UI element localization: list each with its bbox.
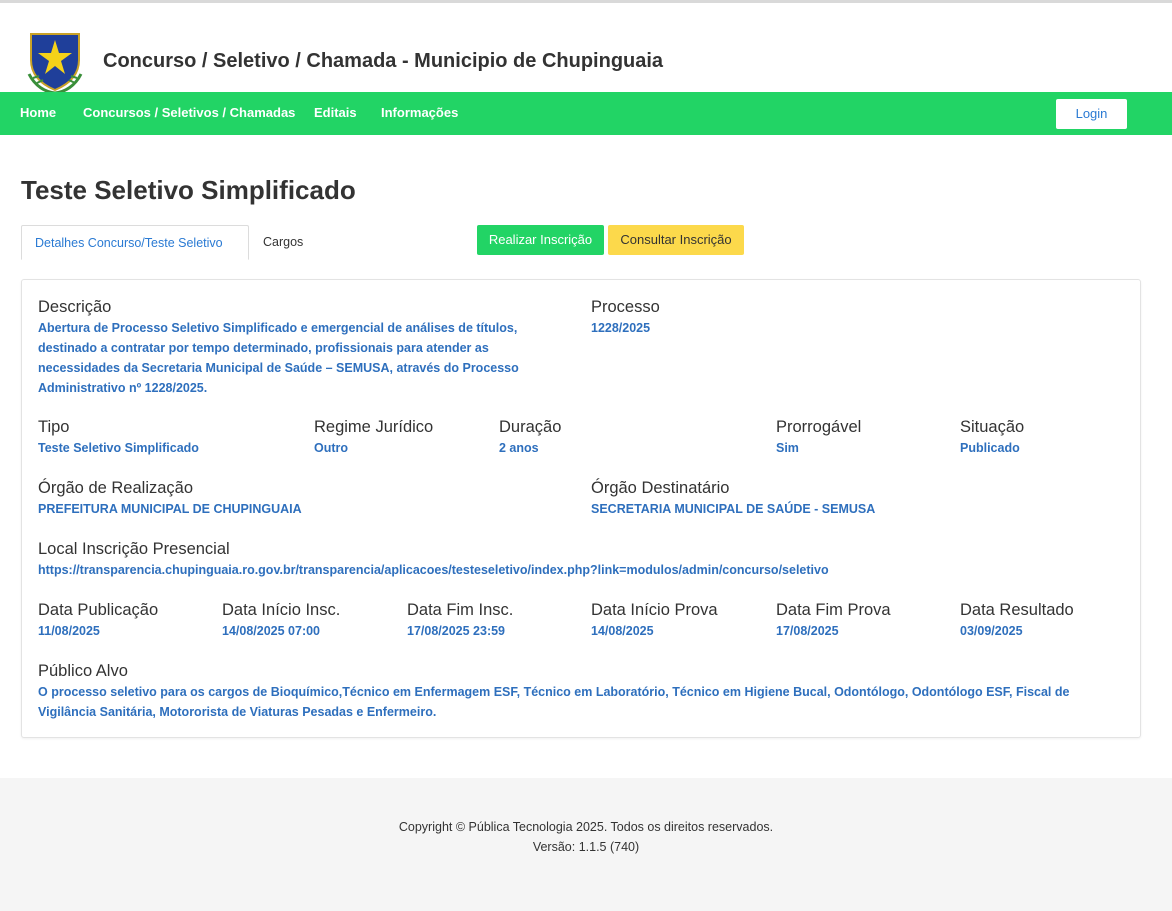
field-data-resultado: Data Resultado 03/09/2025	[960, 600, 1074, 641]
page-title: Teste Seletivo Simplificado	[21, 175, 356, 205]
data-inicio-prova-label: Data Início Prova	[591, 601, 718, 619]
site-title: Concurso / Seletivo / Chamada - Municipi…	[103, 50, 664, 72]
data-fim-prova-value: 17/08/2025	[776, 624, 839, 638]
login-button[interactable]: Login	[1056, 99, 1127, 129]
descricao-label: Descrição	[38, 298, 112, 316]
orgao-realizacao-value: PREFEITURA MUNICIPAL DE CHUPINGUAIA	[38, 502, 302, 516]
nav-home[interactable]: Home	[20, 105, 56, 120]
field-descricao: Descrição Abertura de Processo Seletivo …	[38, 297, 563, 398]
orgao-destinatario-label: Órgão Destinatário	[591, 479, 730, 497]
data-inicio-insc-value: 14/08/2025 07:00	[222, 624, 321, 638]
data-fim-insc-label: Data Fim Insc.	[407, 601, 514, 619]
data-inicio-insc-label: Data Início Insc.	[222, 601, 341, 619]
data-publicacao-value: 11/08/2025	[38, 624, 100, 638]
footer-version: Versão: 1.1.5 (740)	[532, 840, 640, 854]
field-situacao: Situação Publicado	[960, 417, 1024, 458]
field-data-fim-insc: Data Fim Insc. 17/08/2025 23:59	[407, 600, 513, 641]
data-resultado-value: 03/09/2025	[960, 624, 1023, 638]
publico-alvo-value: O processo seletivo para os cargos de Bi…	[38, 685, 1070, 719]
field-data-publicacao: Data Publicação 11/08/2025	[38, 600, 158, 641]
realizar-inscricao-button[interactable]: Realizar Inscrição	[477, 225, 604, 255]
processo-label: Processo	[591, 298, 660, 316]
data-resultado-label: Data Resultado	[960, 601, 1074, 619]
data-inicio-prova-value: 14/08/2025	[591, 624, 654, 638]
municipal-crest-icon	[27, 33, 83, 94]
field-orgao-realizacao: Órgão de Realização PREFEITURA MUNICIPAL…	[38, 478, 302, 519]
footer-copyright: Copyright © Pública Tecnologia 2025. Tod…	[398, 820, 774, 834]
data-fim-insc-value: 17/08/2025 23:59	[407, 624, 506, 638]
field-local-inscricao: Local Inscrição Presencial https://trans…	[38, 539, 829, 580]
field-tipo: Tipo Teste Seletivo Simplificado	[38, 417, 199, 458]
tab-cargos[interactable]: Cargos	[250, 225, 316, 260]
regime-label: Regime Jurídico	[314, 418, 434, 436]
situacao-label: Situação	[960, 418, 1025, 436]
field-data-inicio-prova: Data Início Prova 14/08/2025	[591, 600, 718, 641]
prorrogavel-value: Sim	[776, 441, 799, 455]
orgao-realizacao-label: Órgão de Realização	[38, 479, 194, 497]
nav-informacoes[interactable]: Informações	[381, 105, 458, 120]
field-data-inicio-insc: Data Início Insc. 14/08/2025 07:00	[222, 600, 340, 641]
processo-value: 1228/2025	[591, 321, 651, 335]
tab-detalhes[interactable]: Detalhes Concurso/Teste Seletivo	[21, 225, 249, 260]
nav-concursos[interactable]: Concursos / Seletivos / Chamadas	[83, 105, 295, 120]
field-processo: Processo 1228/2025	[591, 297, 660, 338]
descricao-value: Abertura de Processo Seletivo Simplifica…	[38, 321, 519, 395]
field-prorrogavel: Prorrogável Sim	[776, 417, 861, 458]
nav-editais[interactable]: Editais	[314, 105, 357, 120]
field-orgao-destinatario: Órgão Destinatário SECRETARIA MUNICIPAL …	[591, 478, 875, 519]
field-regime: Regime Jurídico Outro	[314, 417, 433, 458]
duracao-value: 2 anos	[499, 441, 539, 455]
orgao-destinatario-value: SECRETARIA MUNICIPAL DE SAÚDE - SEMUSA	[591, 502, 876, 516]
publico-alvo-label: Público Alvo	[38, 662, 128, 680]
tipo-label: Tipo	[38, 418, 70, 436]
duracao-label: Duração	[499, 418, 562, 436]
field-duracao: Duração 2 anos	[499, 417, 561, 458]
consultar-inscricao-button[interactable]: Consultar Inscrição	[608, 225, 744, 255]
site-footer: Copyright © Pública Tecnologia 2025. Tod…	[0, 778, 1172, 911]
data-fim-prova-label: Data Fim Prova	[776, 601, 891, 619]
regime-value: Outro	[314, 441, 349, 455]
site-header: Concurso / Seletivo / Chamada - Municipi…	[0, 3, 1172, 94]
field-publico-alvo: Público Alvo O processo seletivo para os…	[38, 661, 1128, 722]
data-publicacao-label: Data Publicação	[38, 601, 159, 619]
local-inscricao-label: Local Inscrição Presencial	[38, 540, 230, 558]
prorrogavel-label: Prorrogável	[776, 418, 862, 436]
situacao-value: Publicado	[960, 441, 1020, 455]
tipo-value: Teste Seletivo Simplificado	[38, 441, 199, 455]
main-navbar: Home Concursos / Seletivos / Chamadas Ed…	[0, 92, 1172, 135]
local-inscricao-link[interactable]: https://transparencia.chupinguaia.ro.gov…	[38, 560, 829, 580]
details-panel: Descrição Abertura de Processo Seletivo …	[21, 279, 1141, 738]
field-data-fim-prova: Data Fim Prova 17/08/2025	[776, 600, 891, 641]
